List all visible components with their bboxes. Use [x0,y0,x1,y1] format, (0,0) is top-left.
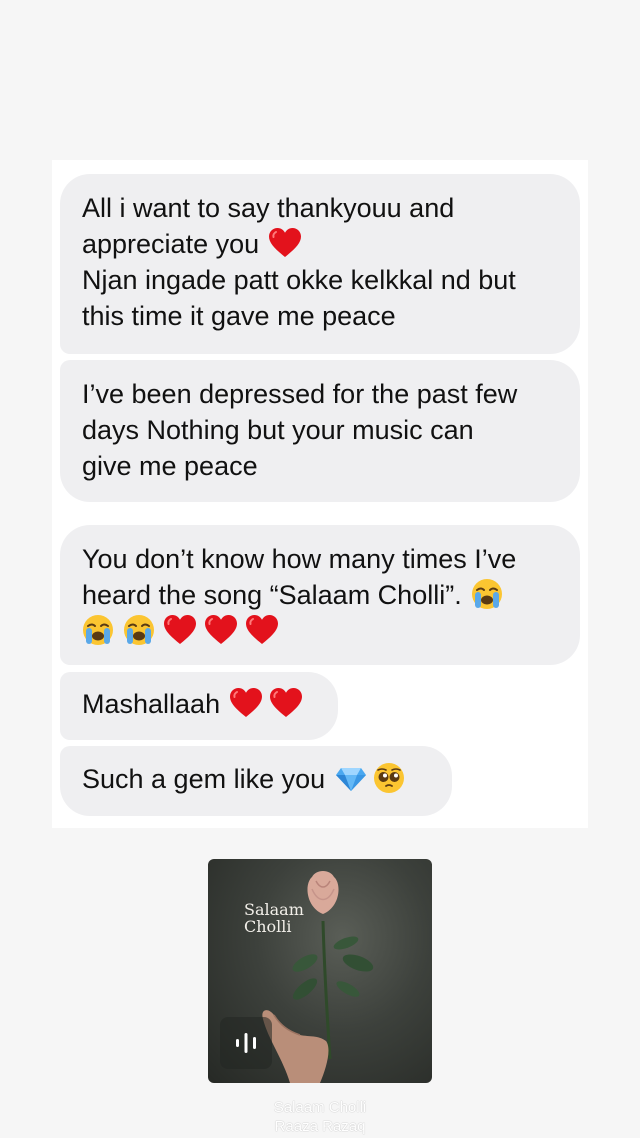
music-sticker[interactable]: Salaam Cholli [208,859,432,1083]
message-line: Such a gem like you [82,761,428,797]
loudly-crying-face-icon [471,578,503,610]
message-text: I’ve been depressed for the past few [82,379,518,409]
message-line: heard the song “Salaam Cholli”. [82,577,556,613]
loudly-crying-face-icon [82,614,114,646]
red-heart-icon [164,615,196,645]
album-title-line: Salaam [244,900,304,919]
red-heart-icon [205,615,237,645]
story-screen: All i want to say thankyouu and apprecia… [0,0,640,1138]
message-bubble: I’ve been depressed for the past few day… [60,360,580,502]
audio-play-button[interactable] [220,1017,272,1069]
message-text: Such a gem like you [82,764,326,794]
album-title: Salaam Cholli [244,901,304,935]
message-bubble: You don’t know how many times I’ve heard… [60,525,580,665]
gem-stone-icon [335,762,367,794]
message-text: You don’t know how many times I’ve [82,544,517,574]
message-text: Njan ingade patt okke kelkkal nd but [82,265,516,295]
red-heart-icon [230,688,262,718]
song-title: Salaam Cholli [273,1099,367,1116]
message-text: appreciate you [82,229,260,259]
message-text: this time it gave me peace [82,301,396,331]
message-line: Mashallaah [82,686,314,722]
red-heart-icon [269,228,301,258]
message-text: days Nothing but your music can [82,415,474,445]
message-text: All i want to say thankyouu and [82,193,455,223]
album-title-line: Cholli [244,917,292,936]
emoji-line [82,613,556,649]
message-text: heard the song “Salaam Cholli”. [82,580,462,610]
message-text: Mashallaah [82,689,221,719]
red-heart-icon [246,615,278,645]
pleading-face-icon [373,762,405,794]
chat-screenshot-card: All i want to say thankyouu and apprecia… [52,160,588,828]
message-bubble: All i want to say thankyouu and apprecia… [60,174,580,354]
message-bubble: Such a gem like you [60,746,452,816]
audio-waveform-icon [236,1033,256,1053]
message-bubble: Mashallaah [60,672,338,740]
message-line: appreciate you [82,226,556,262]
red-heart-icon [270,688,302,718]
loudly-crying-face-icon [123,614,155,646]
message-text: give me peace [82,451,258,481]
artist-name: Raaza Razaq [274,1118,366,1135]
